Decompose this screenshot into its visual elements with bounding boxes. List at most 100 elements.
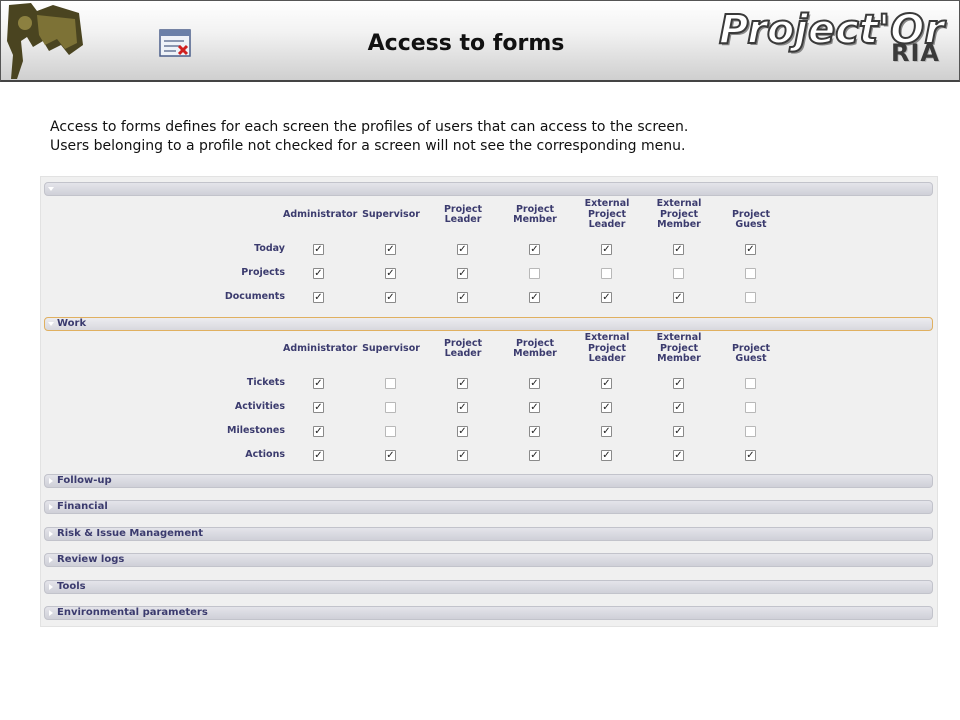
checkbox-unchecked[interactable] [529, 268, 540, 279]
brand-subtitle: RIA [891, 39, 940, 67]
checkbox-checked[interactable]: ✓ [745, 450, 756, 461]
chevron-right-icon [49, 478, 53, 484]
column-header: External Project Member [656, 198, 702, 231]
chevron-right-icon [49, 531, 53, 537]
column-header: External Project Member [656, 332, 702, 365]
column-header: Project Guest [731, 342, 771, 365]
checkbox-checked[interactable]: ✓ [601, 292, 612, 303]
header-banner: Access to forms Project'Or RIA [0, 0, 960, 82]
section-header[interactable]: Risk & Issue Management [44, 527, 933, 541]
section-header[interactable]: Environmental parameters [44, 606, 933, 620]
checkbox-checked[interactable]: ✓ [601, 426, 612, 437]
checkbox-checked[interactable]: ✓ [313, 402, 324, 413]
checkbox-checked[interactable]: ✓ [385, 244, 396, 255]
checkbox-checked[interactable]: ✓ [745, 244, 756, 255]
checkbox-checked[interactable]: ✓ [457, 268, 468, 279]
chevron-down-icon [48, 187, 54, 191]
checkbox-checked[interactable]: ✓ [601, 450, 612, 461]
access-forms-panel: Administrator Supervisor Project Leader Proj… [40, 176, 938, 627]
checkbox-checked[interactable]: ✓ [673, 244, 684, 255]
row-label: Milestones [227, 425, 285, 436]
checkbox-checked[interactable]: ✓ [673, 402, 684, 413]
checkbox-checked[interactable]: ✓ [529, 292, 540, 303]
section-header[interactable]: Review logs [44, 553, 933, 567]
checkbox-checked[interactable]: ✓ [457, 244, 468, 255]
checkbox-unchecked[interactable] [745, 402, 756, 413]
chevron-down-icon [48, 322, 54, 326]
checkbox-checked[interactable]: ✓ [529, 450, 540, 461]
checkbox-checked[interactable]: ✓ [673, 292, 684, 303]
column-header: Project Member [513, 203, 557, 225]
checkbox-checked[interactable]: ✓ [457, 402, 468, 413]
intro-text: Access to forms defines for each screen … [50, 118, 930, 156]
checkbox-unchecked[interactable] [601, 268, 612, 279]
checkbox-checked[interactable]: ✓ [673, 426, 684, 437]
chevron-right-icon [49, 610, 53, 616]
checkbox-unchecked[interactable] [745, 426, 756, 437]
row-label: Actions [245, 449, 285, 460]
checkbox-unchecked[interactable] [385, 402, 396, 413]
checkbox-unchecked[interactable] [745, 378, 756, 389]
section-label: Environmental parameters [57, 607, 208, 618]
checkbox-checked[interactable]: ✓ [529, 244, 540, 255]
checkbox-checked[interactable]: ✓ [313, 292, 324, 303]
checkbox-checked[interactable]: ✓ [385, 450, 396, 461]
row-label: Activities [234, 401, 285, 412]
row-label: Projects [241, 267, 285, 278]
checkbox-checked[interactable]: ✓ [673, 450, 684, 461]
section-header[interactable]: Financial [44, 500, 933, 514]
row-label: Today [254, 243, 285, 254]
column-header: Project Leader [443, 337, 483, 359]
section-label: Follow-up [57, 475, 112, 486]
column-header: Administrator [283, 208, 358, 220]
checkbox-checked[interactable]: ✓ [673, 378, 684, 389]
checkbox-checked[interactable]: ✓ [313, 378, 324, 389]
section-header[interactable]: Tools [44, 580, 933, 594]
checkbox-unchecked[interactable] [385, 378, 396, 389]
checkbox-checked[interactable]: ✓ [529, 426, 540, 437]
checkbox-checked[interactable]: ✓ [385, 292, 396, 303]
brand-logo: Project'Or RIA [718, 6, 949, 73]
checkbox-checked[interactable]: ✓ [313, 450, 324, 461]
checkbox-checked[interactable]: ✓ [385, 268, 396, 279]
section-header[interactable]: Follow-up [44, 474, 933, 488]
section-header[interactable] [44, 182, 933, 196]
chevron-right-icon [49, 584, 53, 590]
checkbox-checked[interactable]: ✓ [313, 244, 324, 255]
column-header: External Project Leader [584, 332, 630, 365]
checkbox-checked[interactable]: ✓ [313, 426, 324, 437]
section-header[interactable]: Work [44, 317, 933, 331]
section-label: Risk & Issue Management [57, 528, 204, 539]
column-header: Project Guest [731, 208, 771, 231]
checkbox-checked[interactable]: ✓ [457, 292, 468, 303]
row-label: Tickets [246, 377, 285, 388]
section-label: Work [57, 318, 87, 329]
checkbox-checked[interactable]: ✓ [457, 378, 468, 389]
section-label: Tools [57, 581, 86, 592]
row-label: Documents [224, 291, 285, 302]
checkbox-checked[interactable]: ✓ [601, 378, 612, 389]
section-label: Review logs [57, 554, 125, 565]
checkbox-checked[interactable]: ✓ [313, 268, 324, 279]
checkbox-checked[interactable]: ✓ [529, 378, 540, 389]
column-header: External Project Leader [584, 198, 630, 231]
checkbox-unchecked[interactable] [745, 292, 756, 303]
chevron-right-icon [49, 504, 53, 510]
column-header: Supervisor [362, 208, 420, 220]
checkbox-unchecked[interactable] [673, 268, 684, 279]
column-header: Project Member [513, 337, 557, 359]
intro-line-2: Users belonging to a profile not checked… [50, 138, 686, 154]
column-header: Supervisor [362, 342, 420, 354]
checkbox-unchecked[interactable] [745, 268, 756, 279]
checkbox-checked[interactable]: ✓ [457, 450, 468, 461]
checkbox-checked[interactable]: ✓ [601, 244, 612, 255]
intro-line-1: Access to forms defines for each screen … [50, 119, 689, 135]
section-label: Financial [57, 501, 108, 512]
checkbox-unchecked[interactable] [385, 426, 396, 437]
checkbox-checked[interactable]: ✓ [529, 402, 540, 413]
column-header: Administrator [283, 342, 358, 354]
checkbox-checked[interactable]: ✓ [601, 402, 612, 413]
column-header: Project Leader [443, 203, 483, 225]
chevron-right-icon [49, 557, 53, 563]
checkbox-checked[interactable]: ✓ [457, 426, 468, 437]
